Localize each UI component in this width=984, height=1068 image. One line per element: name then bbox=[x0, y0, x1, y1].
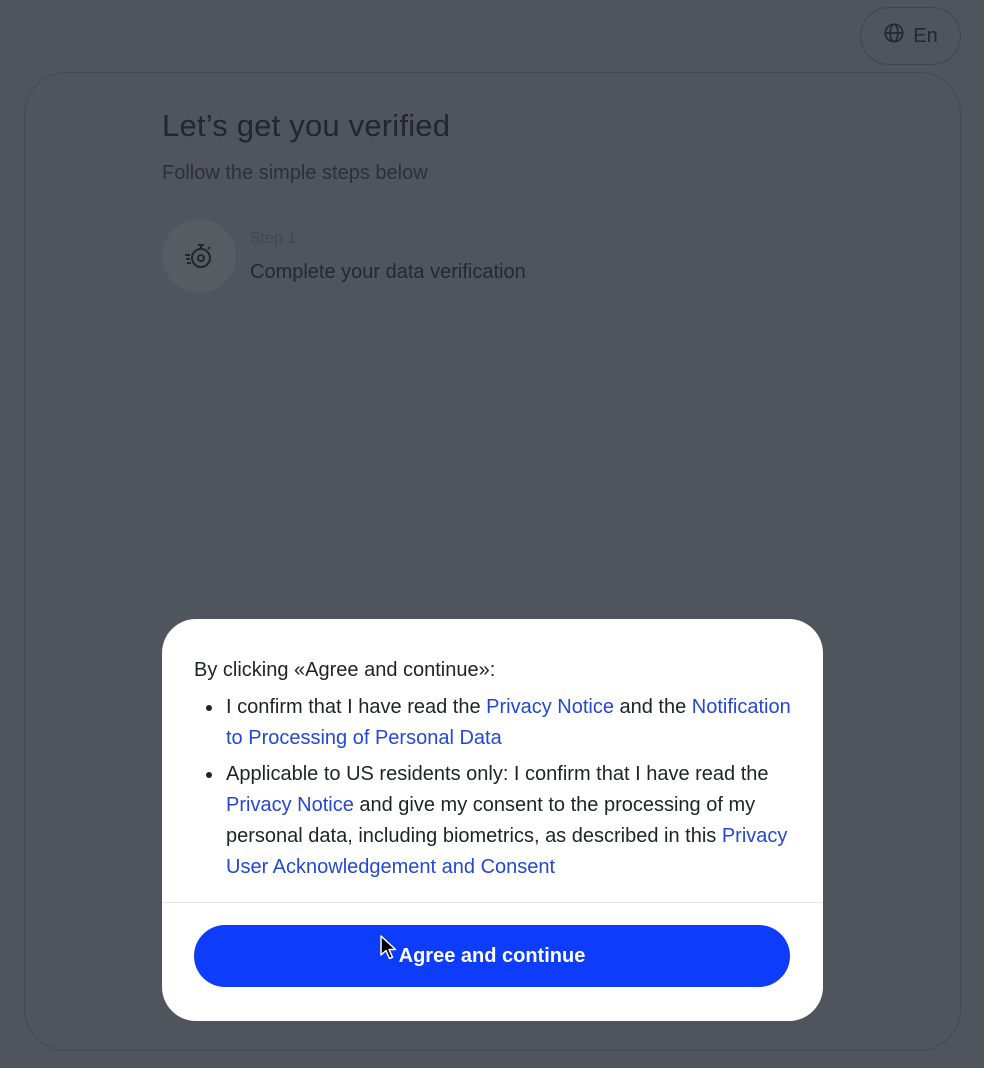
step-label: Step 1 bbox=[250, 230, 297, 247]
consent-item: Applicable to US residents only: I confi… bbox=[194, 759, 791, 883]
consent-text: Applicable to US residents only: I confi… bbox=[226, 763, 769, 785]
privacy-notice-link[interactable]: Privacy Notice bbox=[486, 696, 614, 718]
mouse-cursor-icon bbox=[380, 935, 397, 960]
consent-dialog: By clicking «Agree and continue»: I conf… bbox=[162, 619, 823, 1021]
agree-and-continue-button[interactable]: Agree and continue bbox=[194, 925, 790, 987]
consent-text: and the bbox=[613, 696, 692, 718]
divider bbox=[162, 902, 823, 903]
consent-item: I confirm that I have read the Privacy N… bbox=[194, 692, 791, 754]
language-button[interactable]: En bbox=[860, 7, 961, 65]
globe-icon bbox=[883, 22, 905, 50]
consent-list: I confirm that I have read the Privacy N… bbox=[194, 692, 791, 883]
language-label: En bbox=[913, 24, 938, 47]
consent-intro: By clicking «Agree and continue»: bbox=[194, 659, 496, 681]
page-subtitle: Follow the simple steps below bbox=[162, 162, 428, 184]
page-title: Let’s get you verified bbox=[162, 108, 451, 143]
privacy-notice-link[interactable]: Privacy Notice bbox=[226, 794, 354, 816]
consent-body: By clicking «Agree and continue»: I conf… bbox=[162, 619, 823, 883]
consent-text: I confirm that I have read the bbox=[226, 696, 487, 718]
step-description: Complete your data verification bbox=[250, 261, 526, 283]
stopwatch-icon bbox=[162, 219, 236, 293]
